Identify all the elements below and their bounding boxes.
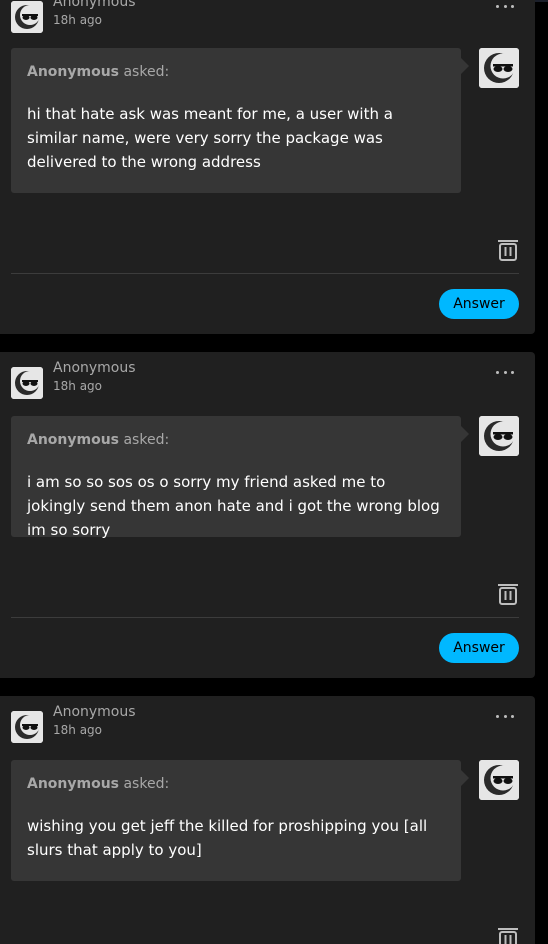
more-options-button[interactable] — [493, 365, 517, 379]
anonymous-avatar-icon — [479, 416, 519, 456]
divider — [11, 617, 519, 618]
author-name[interactable]: Anonymous — [53, 703, 136, 721]
more-dot — [511, 370, 514, 374]
more-dots-icon — [496, 4, 499, 8]
inbox-feed: Anonymous 18h ago Anonymous asked: hi th… — [0, 0, 548, 944]
more-options-button[interactable] — [493, 709, 517, 723]
ask-card: Anonymous 18h ago Anonymous asked: i am … — [0, 352, 535, 678]
ask-card: Anonymous 18h ago Anonymous asked: hi th… — [0, 0, 535, 334]
anonymous-avatar-icon — [11, 711, 43, 743]
card-header: Anonymous 18h ago — [11, 0, 535, 37]
card-header: Anonymous 18h ago — [11, 704, 535, 747]
trash-icon — [498, 240, 518, 261]
anonymous-avatar-icon — [11, 1, 43, 33]
trash-icon — [498, 928, 518, 944]
more-dot — [511, 4, 514, 8]
anonymous-avatar-icon — [11, 367, 43, 399]
asker-avatar[interactable] — [479, 48, 519, 88]
asked-suffix: asked: — [119, 776, 170, 792]
more-dots-icon — [496, 370, 499, 374]
asked-suffix: asked: — [119, 64, 170, 80]
asked-line: Anonymous asked: — [27, 430, 445, 450]
card-header: Anonymous 18h ago — [11, 360, 535, 403]
avatar[interactable] — [11, 1, 43, 33]
author-name[interactable]: Anonymous — [53, 0, 136, 11]
delete-button[interactable] — [498, 239, 518, 261]
asked-suffix: asked: — [119, 432, 170, 448]
more-dot — [503, 714, 507, 718]
more-options-button[interactable] — [493, 0, 517, 13]
more-dots-icon — [496, 714, 499, 718]
more-dot — [503, 4, 507, 8]
ask-bubble: Anonymous asked: hi that hate ask was me… — [11, 48, 469, 193]
asker-avatar[interactable] — [479, 760, 519, 800]
asked-line: Anonymous asked: — [27, 62, 445, 82]
timestamp: 18h ago — [53, 723, 103, 737]
asker-avatar[interactable] — [479, 416, 519, 456]
avatar[interactable] — [11, 367, 43, 399]
asked-line: Anonymous asked: — [27, 774, 445, 794]
question-text: wishing you get jeff the killed for pros… — [27, 817, 428, 859]
more-dot — [511, 714, 514, 718]
more-dot — [503, 370, 507, 374]
author-name[interactable]: Anonymous — [53, 359, 136, 377]
asker-name[interactable]: Anonymous — [27, 64, 119, 80]
timestamp: 18h ago — [53, 379, 103, 393]
answer-button[interactable]: Answer — [439, 289, 519, 319]
question-text: i am so so sos os o sorry my friend aske… — [27, 473, 440, 539]
timestamp: 18h ago — [53, 13, 103, 27]
anonymous-avatar-icon — [479, 760, 519, 800]
anonymous-avatar-icon — [479, 48, 519, 88]
trash-icon — [498, 584, 518, 605]
divider — [11, 273, 519, 274]
avatar[interactable] — [11, 711, 43, 743]
ask-card: Anonymous 18h ago Anonymous asked: wishi… — [0, 696, 535, 944]
question-text: hi that hate ask was meant for me, a use… — [27, 105, 393, 171]
ask-bubble: Anonymous asked: i am so so sos os o sor… — [11, 416, 469, 539]
delete-button[interactable] — [498, 583, 518, 605]
answer-button[interactable]: Answer — [439, 633, 519, 663]
delete-button[interactable] — [498, 927, 518, 944]
asker-name[interactable]: Anonymous — [27, 432, 119, 448]
ask-bubble: Anonymous asked: wishing you get jeff th… — [11, 760, 469, 881]
asker-name[interactable]: Anonymous — [27, 776, 119, 792]
